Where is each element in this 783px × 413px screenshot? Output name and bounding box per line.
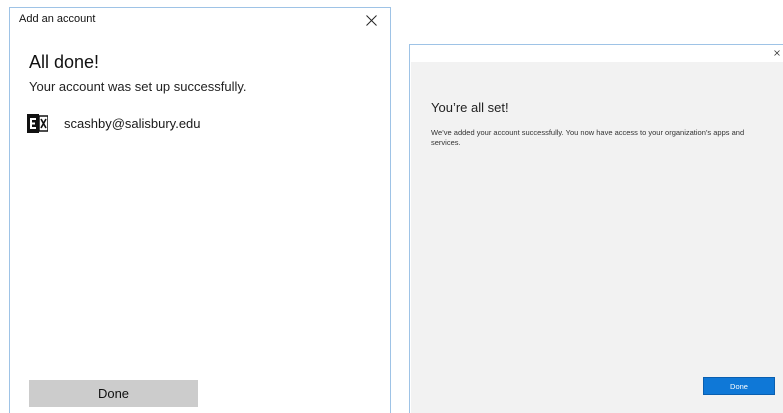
add-account-dialog: Add an account All done! Your account wa… <box>9 7 391 413</box>
dialog-content: You’re all set! We’ve added your account… <box>411 62 783 413</box>
close-icon <box>365 14 377 26</box>
success-message: We’ve added your account successfully. Y… <box>431 128 745 147</box>
done-button[interactable]: Done <box>29 380 198 407</box>
close-button[interactable] <box>360 10 382 30</box>
close-icon <box>774 50 780 56</box>
account-item: scashby@salisbury.edu <box>27 112 201 134</box>
dialog-title: Add an account <box>19 13 96 25</box>
done-button[interactable]: Done <box>703 377 775 395</box>
screen: Add an account All done! Your account wa… <box>0 0 783 413</box>
exchange-logo-icon <box>27 113 49 134</box>
success-message: Your account was set up successfully. <box>29 79 247 94</box>
dialog-titlebar <box>410 45 783 62</box>
page-title: All done! <box>29 52 100 72</box>
dialog-titlebar: Add an account <box>10 8 390 32</box>
page-title: You’re all set! <box>431 100 509 115</box>
account-email: scashby@salisbury.edu <box>64 115 201 131</box>
close-button[interactable] <box>771 47 783 59</box>
all-set-dialog: You’re all set! We’ve added your account… <box>409 44 783 413</box>
